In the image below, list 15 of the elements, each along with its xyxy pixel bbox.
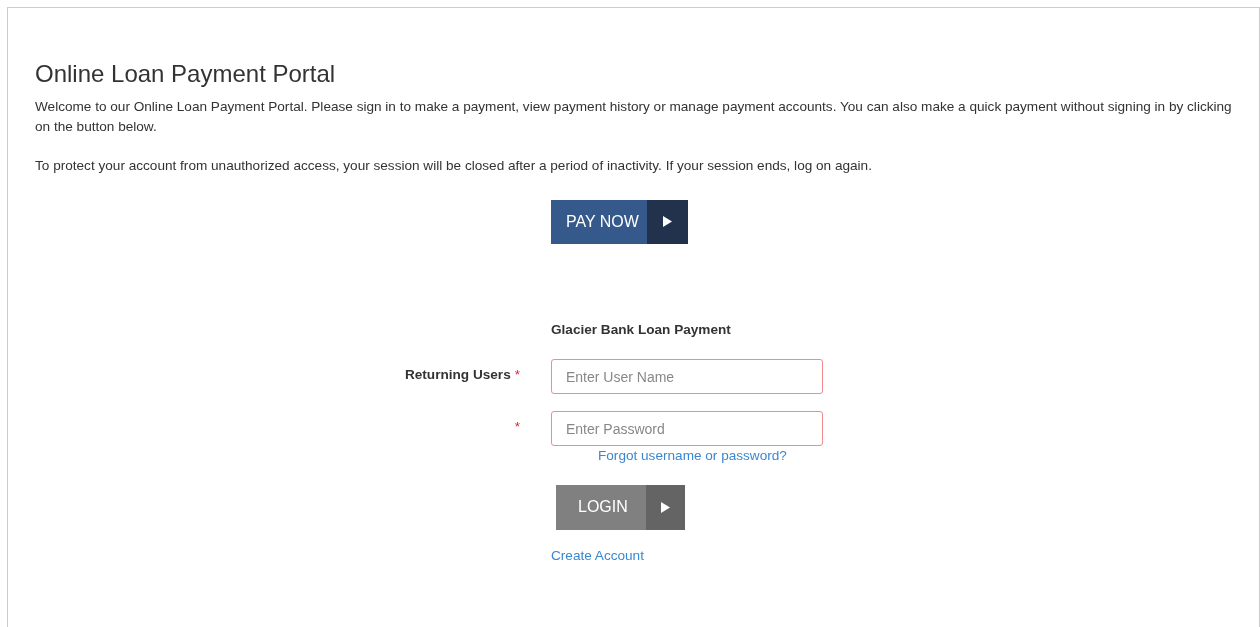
page-title: Online Loan Payment Portal (35, 60, 337, 89)
pay-now-button[interactable]: PAY NOW (551, 199, 688, 244)
intro-paragraph: Welcome to our Online Loan Payment Portal. Please sign in to make a payment, view payment history or manage payment accounts. You can also make a quick payment without signing in by clicking on the button below. (35, 97, 1233, 136)
field-label: Returning Users (404, 367, 511, 383)
play-icon (661, 501, 670, 513)
input-field[interactable]: Enter Password (551, 411, 823, 447)
intro-paragraph: To protect your account from unauthorized access, your session will be closed after a period of inactivity. If your session ends, log on again. (35, 156, 873, 175)
required-mark: * (514, 367, 520, 383)
input-field[interactable]: Enter User Name (551, 359, 823, 395)
forgot-link[interactable]: Forgot username or password? (598, 448, 787, 464)
login-button[interactable]: LOGIN (556, 484, 685, 530)
play-icon (663, 216, 672, 228)
form-heading: Glacier Bank Loan Payment (551, 321, 731, 337)
create-account-link[interactable]: Create Account (551, 547, 644, 563)
required-mark: * (514, 419, 520, 435)
